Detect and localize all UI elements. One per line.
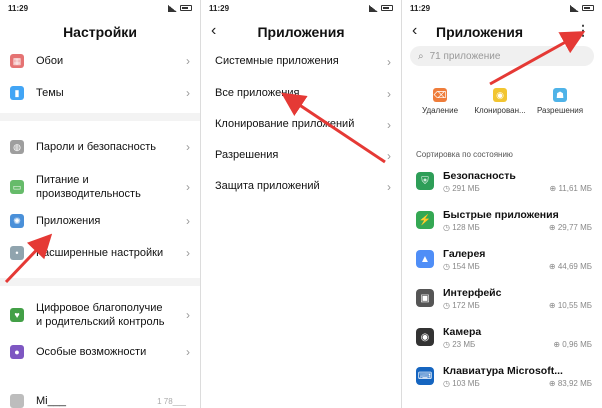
camera-icon: ◉ xyxy=(416,328,434,346)
search-icon: ⌕ xyxy=(418,50,424,62)
app-list-item[interactable]: ⌨ Клавиатура Microsoft... ◷ 103 МБ ⊕ 83,… xyxy=(416,359,596,393)
chevron-right-icon: › xyxy=(387,149,391,163)
chevron-right-icon: › xyxy=(186,140,190,154)
app-data-size: ⊕ 0,96 МБ xyxy=(553,339,592,349)
battery-status-icon xyxy=(180,5,192,11)
back-arrow-icon[interactable]: ‹ xyxy=(211,22,216,40)
chevron-right-icon: › xyxy=(186,345,190,359)
page-title: Приложения xyxy=(257,24,345,40)
app-data-size: ⊕ 44,69 МБ xyxy=(548,261,592,271)
sort-label[interactable]: Сортировка по состоянию xyxy=(416,150,513,159)
page-title: Настройки xyxy=(63,24,137,40)
wellbeing-icon: ♥ xyxy=(10,308,24,322)
app-list-item[interactable]: ▣ Интерфейс ◷ 172 МБ ⊕ 10,55 МБ xyxy=(416,281,596,315)
chevron-right-icon: › xyxy=(387,118,391,132)
account-icon xyxy=(10,394,24,408)
settings-item[interactable]: ▮ Темы › xyxy=(0,84,200,102)
settings-item[interactable]: ♥ Цифровое благополучие и родительский к… xyxy=(0,300,200,330)
settings-item[interactable]: ▦ Обои › xyxy=(0,52,200,70)
signal-icon xyxy=(570,4,579,12)
signal-icon xyxy=(168,4,177,12)
page-header: ‹ Приложения xyxy=(201,16,401,48)
applications-panel: 11:29 ‹ Приложения Системные приложения … xyxy=(201,0,401,408)
chevron-right-icon: › xyxy=(387,55,391,69)
chevron-right-icon: › xyxy=(186,86,190,100)
battery-icon: ▭ xyxy=(10,180,24,194)
status-time: 11:29 xyxy=(209,3,230,13)
app-storage-size: ◷ 172 МБ xyxy=(443,300,480,310)
section-divider xyxy=(0,278,200,286)
all-apps-panel: 11:29 ‹ Приложения ⋮ ⌕ 71 приложение ⌫ У… xyxy=(402,0,602,408)
more-menu-icon[interactable]: ⋮ xyxy=(576,22,590,39)
quick-action-button[interactable]: ◉ Клонирован... xyxy=(470,88,530,115)
page-title: Приложения xyxy=(436,24,524,40)
applications-menu-item[interactable]: Разрешения › xyxy=(201,149,401,165)
interface-icon: ▣ xyxy=(416,289,434,307)
applications-menu-item[interactable]: Системные приложения › xyxy=(201,55,401,71)
app-storage-size: ◷ 291 МБ xyxy=(443,183,480,193)
app-data-size: ⊕ 83,92 МБ xyxy=(548,378,592,388)
gear-icon: ✺ xyxy=(10,214,24,228)
settings-item[interactable]: ✺ Приложения › xyxy=(0,212,200,230)
settings-item-mi-account[interactable]: Мі___ 1 78___ xyxy=(0,394,200,408)
keyboard-icon: ⌨ xyxy=(416,367,434,385)
settings-item[interactable]: ● Особые возможности › xyxy=(0,343,200,361)
security-app-icon: ⛨ xyxy=(416,172,434,190)
back-arrow-icon[interactable]: ‹ xyxy=(412,22,417,40)
applications-menu-item[interactable]: Клонирование приложений › xyxy=(201,118,401,134)
signal-icon xyxy=(369,4,378,12)
search-input[interactable]: ⌕ 71 приложение xyxy=(410,46,594,66)
wallpaper-icon: ▦ xyxy=(10,54,24,68)
app-data-size: ⊕ 29,77 МБ xyxy=(548,222,592,232)
status-bar: 11:29 xyxy=(402,0,602,16)
chevron-right-icon: › xyxy=(186,214,190,228)
shield-icon: ◍ xyxy=(10,140,24,154)
status-time: 11:29 xyxy=(8,3,29,13)
quick-apps-icon: ⚡ xyxy=(416,211,434,229)
app-data-size: ⊕ 11,61 МБ xyxy=(549,183,593,193)
chevron-right-icon: › xyxy=(387,87,391,101)
chevron-right-icon: › xyxy=(186,308,190,322)
dots-icon: • xyxy=(10,246,24,260)
quick-action-button[interactable]: ☗ Разрешения xyxy=(530,88,590,115)
app-storage-size: ◷ 154 МБ xyxy=(443,261,480,271)
app-list-item[interactable]: ▲ Галерея ◷ 154 МБ ⊕ 44,69 МБ xyxy=(416,242,596,276)
status-bar: 11:29 xyxy=(201,0,401,16)
battery-status-icon xyxy=(582,5,594,11)
settings-item[interactable]: ▭ Питание и производительность › xyxy=(0,172,200,202)
chevron-right-icon: › xyxy=(186,246,190,260)
quick-action-button[interactable]: ⌫ Удаление xyxy=(410,88,470,115)
chevron-right-icon: › xyxy=(387,180,391,194)
page-header: ‹ Приложения ⋮ xyxy=(402,16,602,48)
app-storage-size: ◷ 23 МБ xyxy=(443,339,476,349)
settings-panel: 11:29 Настройки ▦ Обои › ▮ Темы › ◍ Пароли… xyxy=(0,0,200,408)
status-time: 11:29 xyxy=(410,3,431,13)
app-list-item[interactable]: ⚡ Быстрые приложения ◷ 128 МБ ⊕ 29,77 МБ xyxy=(416,203,596,237)
applications-menu-item[interactable]: Защита приложений › xyxy=(201,180,401,196)
trash-icon: ⌫ xyxy=(433,88,447,102)
applications-menu-item[interactable]: Все приложения › xyxy=(201,87,401,103)
app-storage-size: ◷ 128 МБ xyxy=(443,222,480,232)
permissions-icon: ☗ xyxy=(553,88,567,102)
app-data-size: ⊕ 10,55 МБ xyxy=(548,300,592,310)
settings-item[interactable]: • Расширенные настройки › xyxy=(0,244,200,262)
app-storage-size: ◷ 103 МБ xyxy=(443,378,480,388)
themes-icon: ▮ xyxy=(10,86,24,100)
gallery-icon: ▲ xyxy=(416,250,434,268)
accessibility-icon: ● xyxy=(10,345,24,359)
chevron-right-icon: › xyxy=(186,180,190,194)
settings-item[interactable]: ◍ Пароли и безопасность › xyxy=(0,138,200,156)
clone-icon: ◉ xyxy=(493,88,507,102)
chevron-right-icon: › xyxy=(186,54,190,68)
status-bar: 11:29 xyxy=(0,0,200,16)
section-divider xyxy=(0,113,200,121)
app-list-item[interactable]: ⛨ Безопасность ◷ 291 МБ ⊕ 11,61 МБ xyxy=(416,164,596,198)
battery-status-icon xyxy=(381,5,393,11)
app-list-item[interactable]: ◉ Камера ◷ 23 МБ ⊕ 0,96 МБ xyxy=(416,320,596,354)
